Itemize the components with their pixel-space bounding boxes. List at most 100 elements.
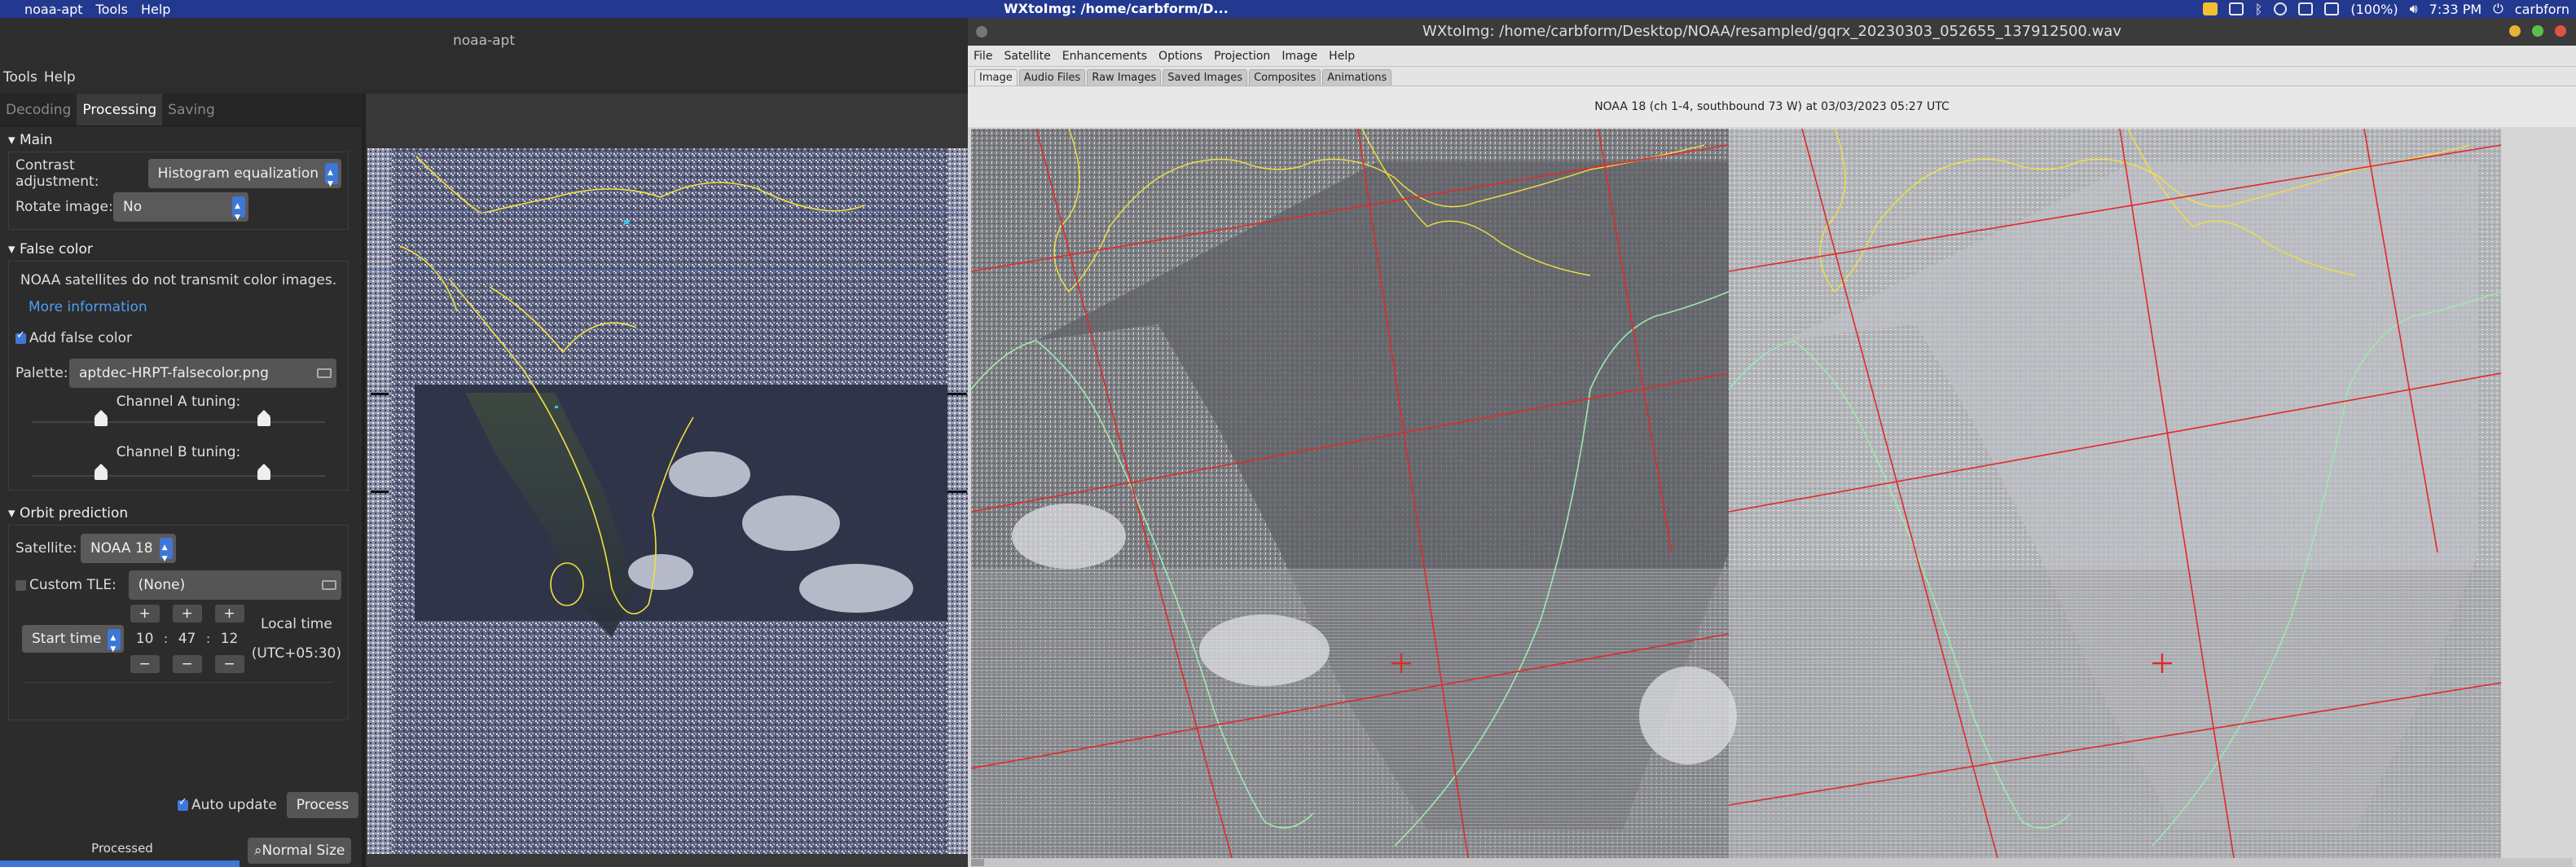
folder-icon (322, 580, 336, 590)
false-color-section-header[interactable]: ▾ False color (0, 238, 362, 261)
rotate-select[interactable]: No (113, 191, 248, 232)
tab-image[interactable]: Image (974, 69, 1018, 86)
window-title: noaa-apt (452, 33, 516, 49)
decoded-satellite-image[interactable] (971, 129, 2501, 858)
time-separator: : (164, 632, 169, 646)
tab-raw-images[interactable]: Raw Images (1087, 69, 1162, 86)
normal-size-button[interactable]: ⌕Normal Size (248, 838, 352, 864)
minute-decrement-button[interactable]: − (172, 655, 202, 673)
second-value[interactable]: 12 (221, 623, 239, 655)
tab-processing[interactable]: Processing (77, 94, 163, 125)
zoom-icon: ⌕ (254, 843, 262, 859)
false-color-satellite-image[interactable] (367, 148, 968, 854)
minute-value[interactable]: 47 (178, 623, 196, 655)
status-label: Processed (91, 841, 153, 856)
maximize-icon[interactable] (2532, 25, 2543, 37)
add-false-color-label[interactable]: Add false color (29, 330, 132, 346)
tab-animations[interactable]: Animations (1322, 69, 1392, 86)
menu-help[interactable]: Help (41, 69, 79, 86)
menu-image[interactable]: Image (1276, 50, 1323, 63)
channel-a-slider[interactable] (32, 410, 325, 431)
palette-file-chooser[interactable]: aptdec-HRPT-falsecolor.png (69, 359, 336, 388)
chevron-updown-icon (159, 533, 173, 574)
scroll-left-arrow[interactable] (971, 859, 984, 866)
auto-update-checkbox[interactable] (178, 796, 188, 811)
add-false-color-checkbox[interactable] (15, 329, 26, 344)
menu-help[interactable]: Help (134, 2, 177, 17)
tab-saving[interactable]: Saving (162, 94, 221, 125)
menu-satellite[interactable]: Satellite (998, 50, 1056, 63)
hour-stepper[interactable]: + 10 − (129, 605, 160, 673)
satellite-select[interactable]: NOAA 18 (81, 533, 176, 574)
custom-tle-checkbox[interactable] (15, 579, 26, 591)
contrast-label: Contrast adjustment: (15, 157, 99, 190)
battery-icon[interactable] (2324, 2, 2340, 15)
more-information-link[interactable]: More information (29, 299, 147, 315)
start-time-value: Start time (32, 631, 102, 647)
main-section: Contrast adjustment: Histogram equalizat… (8, 152, 349, 232)
hour-increment-button[interactable]: + (130, 605, 160, 623)
user-name[interactable]: carbforn (2515, 2, 2569, 17)
clock[interactable]: 7:33 PM (2429, 2, 2481, 17)
power-icon[interactable]: ⏻ (2493, 1, 2503, 17)
divider (24, 682, 333, 683)
second-increment-button[interactable]: + (214, 605, 244, 623)
chevron-updown-icon (232, 191, 245, 232)
rotate-value: No (123, 199, 143, 215)
noaa-menubar: Tools Help (0, 65, 968, 90)
image-caption: NOAA 18 (ch 1-4, southbound 73 W) at 03/… (968, 86, 2576, 127)
progress-bar (0, 860, 240, 867)
tab-saved-images[interactable]: Saved Images (1163, 69, 1248, 86)
menu-tools[interactable]: Tools (90, 2, 134, 17)
wx-window-title: WXtoImg: /home/carbform/Desktop/NOAA/res… (1422, 23, 2121, 40)
hour-decrement-button[interactable]: − (130, 655, 160, 673)
auto-update-label[interactable]: Auto update (191, 797, 277, 813)
second-stepper[interactable]: + 12 − (213, 605, 245, 673)
satellite-label: Satellite: (15, 540, 77, 557)
process-button[interactable]: Process (286, 792, 359, 818)
noaa-titlebar[interactable]: noaa-apt (0, 18, 968, 65)
hour-value[interactable]: 10 (136, 623, 154, 655)
menu-projection[interactable]: Projection (1208, 50, 1276, 63)
channel-a-label: Channel A tuning: (116, 394, 241, 410)
tab-composites[interactable]: Composites (1249, 69, 1321, 86)
tab-decoding[interactable]: Decoding (0, 94, 77, 125)
custom-tle-label[interactable]: Custom TLE: (29, 577, 129, 593)
utc-offset-label: (UTC+05:30) (251, 645, 341, 662)
custom-tle-file-chooser[interactable]: (None) (128, 570, 341, 600)
menu-help[interactable]: Help (1323, 50, 1361, 63)
horizontal-scrollbar[interactable] (971, 858, 2573, 867)
main-section-header[interactable]: ▾ Main (0, 129, 362, 152)
palette-label: Palette: (15, 365, 68, 381)
drive-icon[interactable] (2298, 2, 2314, 15)
menu-enhancements[interactable]: Enhancements (1057, 50, 1153, 63)
start-time-select[interactable]: Start time (22, 624, 125, 663)
app-tray-icon[interactable] (2202, 2, 2218, 15)
minute-stepper[interactable]: + 47 − (171, 605, 203, 673)
printer-icon[interactable] (2228, 2, 2244, 15)
wx-titlebar[interactable]: WXtoImg: /home/carbform/Desktop/NOAA/res… (968, 18, 2576, 46)
active-window-title[interactable]: WXtoImg: /home/carbform/D... (997, 0, 1235, 18)
tab-audio-files[interactable]: Audio Files (1018, 69, 1086, 86)
normal-size-label: Normal Size (262, 843, 345, 859)
minimize-icon[interactable] (2509, 25, 2521, 37)
contrast-value: Histogram equalization (157, 165, 319, 182)
system-menubar: noaa-apt Tools Help WXtoImg: /home/carbf… (0, 0, 2576, 18)
minute-increment-button[interactable]: + (172, 605, 202, 623)
palette-value: aptdec-HRPT-falsecolor.png (79, 365, 269, 381)
menu-file[interactable]: File (968, 50, 998, 63)
second-decrement-button[interactable]: − (214, 655, 244, 673)
app-name[interactable]: noaa-apt (18, 2, 90, 17)
menu-tools[interactable]: Tools (0, 69, 41, 86)
volume-icon[interactable]: 🔊︎ (2410, 1, 2418, 17)
menu-options[interactable]: Options (1153, 50, 1208, 63)
wxtoimg-window: WXtoImg: /home/carbform/Desktop/NOAA/res… (968, 18, 2576, 867)
contrast-select[interactable]: Histogram equalization (147, 158, 341, 199)
bluetooth-icon[interactable]: ᛒ (2255, 2, 2263, 17)
orbit-section-header[interactable]: ▾ Orbit prediction (0, 502, 362, 525)
shield-icon[interactable] (2274, 2, 2288, 15)
time-separator: : (206, 632, 211, 646)
channel-b-slider[interactable] (32, 464, 325, 485)
folder-icon (317, 368, 332, 378)
close-icon[interactable] (2555, 25, 2566, 37)
